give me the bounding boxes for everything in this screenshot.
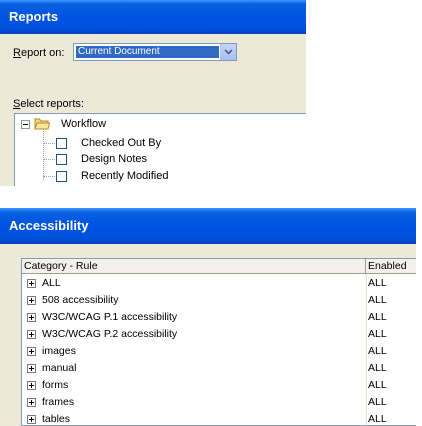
rule-row[interactable]: manual ALL (22, 360, 416, 377)
rules-grid[interactable]: Category - Rule Enabled ALL ALL 508 acce… (21, 258, 416, 426)
rule-name: manual (42, 362, 77, 374)
rule-row[interactable]: frames ALL (22, 394, 416, 411)
rule-enabled[interactable]: ALL (368, 360, 387, 377)
collapse-icon[interactable] (21, 120, 30, 129)
expand-icon[interactable] (27, 313, 36, 322)
rule-row[interactable]: ALL ALL (22, 275, 416, 292)
tree-group-label: Workflow (61, 118, 107, 130)
report-on-dropdown[interactable]: Current Document (73, 43, 237, 61)
rule-name: forms (42, 379, 69, 391)
chevron-down-icon (224, 49, 233, 55)
rule-name: tables (42, 413, 71, 425)
tree-connector (43, 128, 44, 180)
checkbox[interactable] (56, 154, 67, 165)
expand-icon[interactable] (27, 296, 36, 305)
report-on-selected-value: Current Document (76, 46, 219, 58)
accessibility-panel: Accessibility Category - Rule Enabled AL… (0, 208, 416, 426)
rule-row[interactable]: W3C/WCAG P.1 accessibility ALL (22, 309, 416, 326)
tree-connector (43, 159, 55, 160)
expand-icon[interactable] (27, 279, 36, 288)
tree-item-label: Checked Out By (81, 137, 162, 149)
rule-row[interactable]: W3C/WCAG P.2 accessibility ALL (22, 326, 416, 343)
dropdown-arrow-button[interactable] (220, 44, 236, 60)
rule-name: ALL (42, 277, 61, 289)
accessibility-title-bar: Accessibility (0, 208, 416, 244)
expand-icon[interactable] (27, 347, 36, 356)
column-header-rule[interactable]: Category - Rule (22, 259, 366, 274)
expand-icon[interactable] (27, 398, 36, 407)
expand-icon[interactable] (27, 330, 36, 339)
rule-row[interactable]: forms ALL (22, 377, 416, 394)
tree-connector (43, 176, 55, 177)
expand-icon[interactable] (27, 364, 36, 373)
rule-enabled[interactable]: ALL (368, 343, 387, 360)
tree-item-label: Recently Modified (81, 170, 169, 182)
rule-enabled[interactable]: ALL (368, 275, 387, 292)
rule-row[interactable]: tables ALL (22, 411, 416, 425)
expand-icon[interactable] (27, 381, 36, 390)
rule-enabled[interactable]: ALL (368, 394, 387, 411)
tree-item-label: Design Notes (81, 153, 148, 165)
rule-name: frames (42, 396, 75, 408)
accessibility-title: Accessibility (9, 218, 89, 233)
column-header-enabled[interactable]: Enabled (366, 259, 416, 274)
report-on-label: Report on: (13, 47, 64, 59)
rule-name: W3C/WCAG P.1 accessibility (42, 311, 178, 323)
checkbox[interactable] (56, 138, 67, 149)
select-reports-label-rest: elect reports: (20, 98, 84, 110)
report-on-accel: R (13, 47, 21, 59)
report-on-label-rest: eport on: (20, 47, 65, 59)
rule-enabled[interactable]: ALL (368, 309, 387, 326)
folder-icon (34, 118, 50, 130)
expand-icon[interactable] (27, 415, 36, 424)
rule-name: images (42, 345, 76, 357)
rule-row[interactable]: images ALL (22, 343, 416, 360)
rule-enabled[interactable]: ALL (368, 292, 387, 309)
checkbox[interactable] (56, 171, 67, 182)
tree-connector (43, 143, 55, 144)
rule-name: 508 accessibility (42, 294, 119, 306)
rule-enabled[interactable]: ALL (368, 377, 387, 394)
rule-row[interactable]: 508 accessibility ALL (22, 292, 416, 309)
reports-tree[interactable]: Workflow Checked Out By Design Notes Rec… (14, 113, 306, 186)
select-reports-label: Select reports: (13, 98, 84, 110)
reports-title-bar: Reports (0, 0, 306, 34)
reports-title: Reports (9, 9, 59, 24)
rule-name: W3C/WCAG P.2 accessibility (42, 328, 178, 340)
reports-panel: Reports Report on: Current Document Sele… (0, 0, 306, 186)
rule-enabled[interactable]: ALL (368, 411, 387, 425)
rule-enabled[interactable]: ALL (368, 326, 387, 343)
